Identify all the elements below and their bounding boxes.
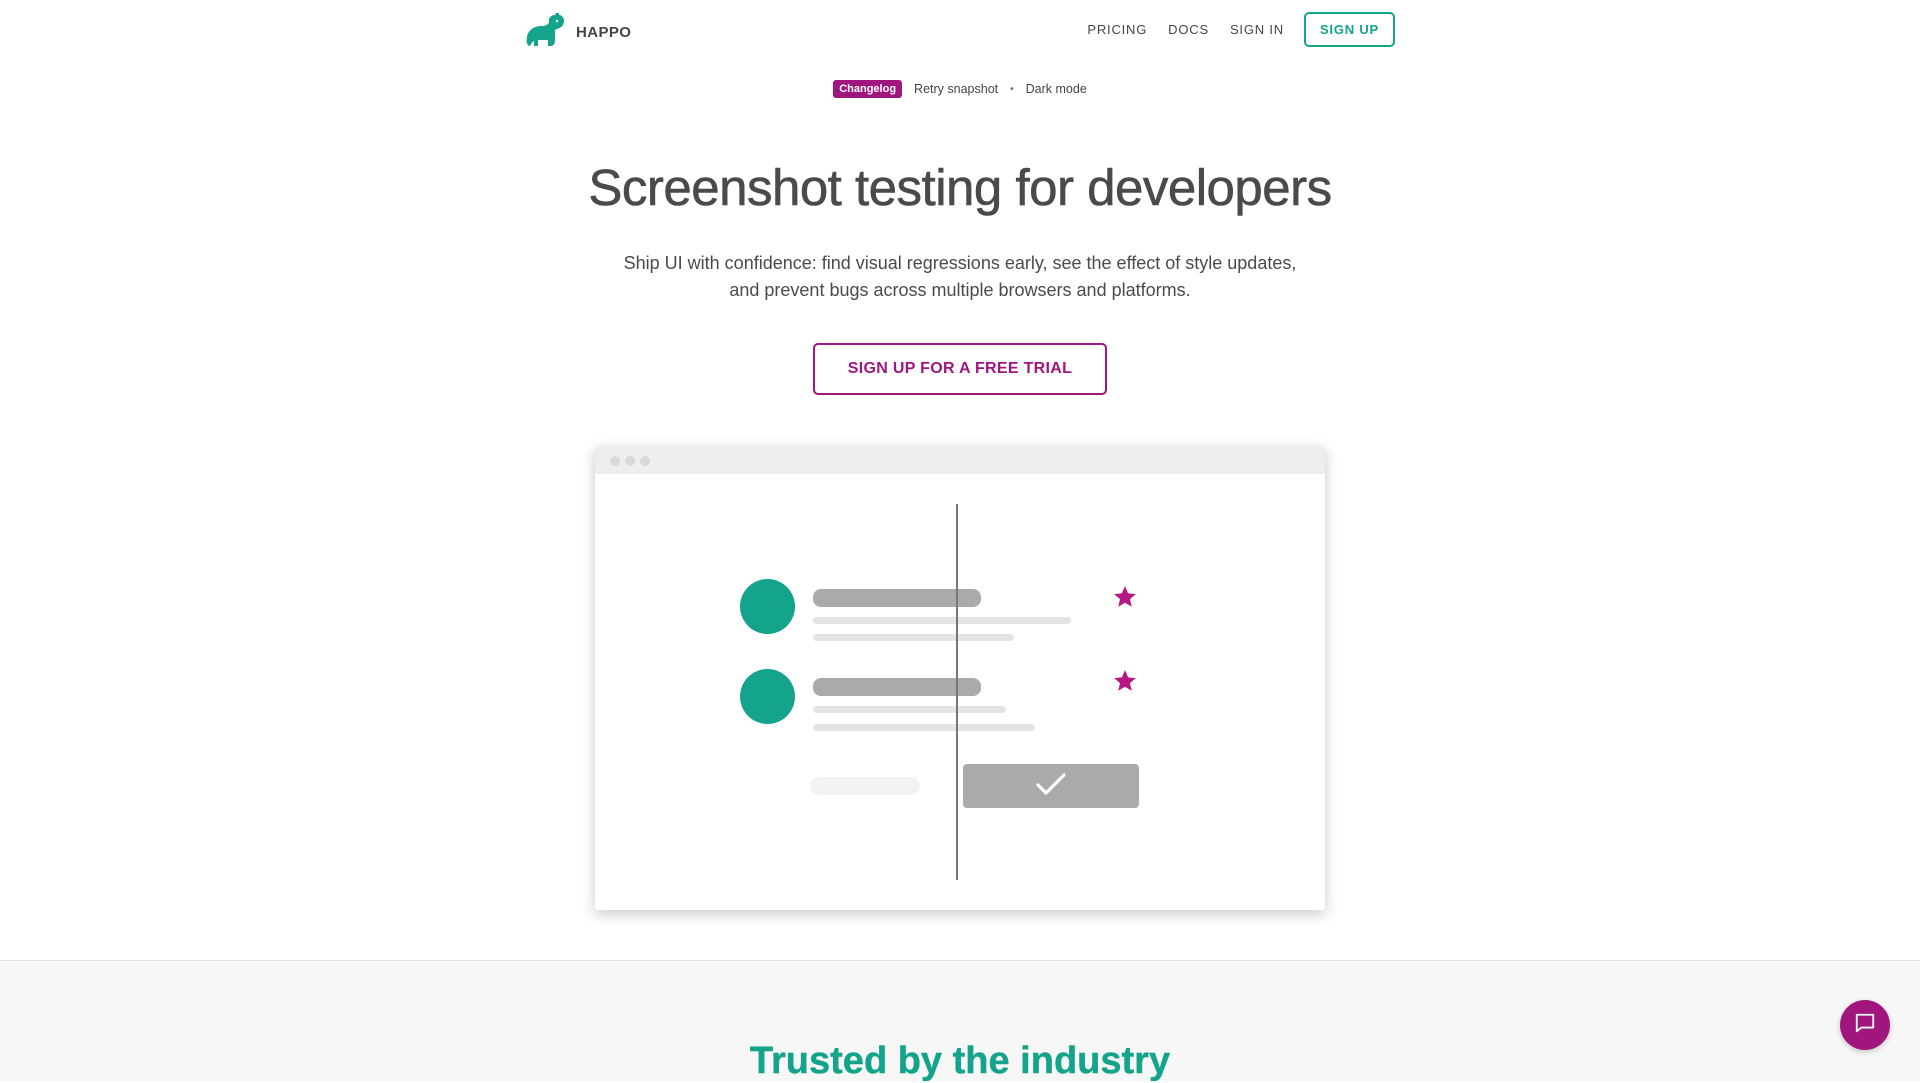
browser-title-bar [595,446,1325,474]
changelog-item-retry-snapshot[interactable]: Retry snapshot [914,82,998,96]
star-icon [1112,584,1138,615]
ghost-button-placeholder [810,777,920,795]
text-placeholder-bar [813,706,1006,713]
sign-up-button[interactable]: SIGN UP [1303,12,1395,47]
hero-subtitle-line-1: Ship UI with confidence: find visual reg… [623,253,1297,273]
changelog-strip: Changelog Retry snapshot • Dark mode [0,80,1920,98]
site-header: HAPPO PRICING DOCS SIGN IN SIGN UP [0,0,1920,60]
window-dot-icon [625,456,635,466]
text-placeholder-bar [813,724,1035,731]
text-placeholder-bar [813,617,1071,624]
nav-pricing-link[interactable]: PRICING [1087,22,1147,37]
avatar-placeholder [740,669,795,724]
chat-icon [1854,1012,1876,1039]
changelog-separator: • [1010,83,1014,95]
changelog-badge[interactable]: Changelog [833,80,903,98]
brand-name: HAPPO [576,24,632,41]
brand-home-link[interactable]: HAPPO [524,12,631,53]
free-trial-signup-button[interactable]: SIGN UP FOR A FREE TRIAL [813,343,1107,395]
hero-title: Screenshot testing for developers [588,159,1332,217]
hero-subtitle-line-2: and prevent bugs across multiple browser… [729,280,1191,300]
text-placeholder-bar [813,634,1014,641]
confirm-button-placeholder [963,764,1139,808]
window-dot-icon [640,456,650,466]
trusted-section-title: Trusted by the industry [749,1040,1171,1082]
changelog-item-dark-mode[interactable]: Dark mode [1026,82,1087,96]
checkmark-icon [1036,772,1066,800]
nav-sign-in-link[interactable]: SIGN IN [1230,22,1284,37]
hero-subtitle: Ship UI with confidence: find visual reg… [0,250,1920,304]
browser-mockup-illustration [595,446,1325,910]
comparison-slider-divider [956,504,958,880]
chat-launcher-button[interactable] [1840,1000,1890,1050]
avatar-placeholder [740,579,795,634]
star-icon [1112,668,1138,699]
nav-docs-link[interactable]: DOCS [1168,22,1209,37]
hippo-logo-icon [524,12,566,53]
window-dot-icon [610,456,620,466]
main-nav: PRICING DOCS SIGN IN SIGN UP [1087,12,1395,47]
